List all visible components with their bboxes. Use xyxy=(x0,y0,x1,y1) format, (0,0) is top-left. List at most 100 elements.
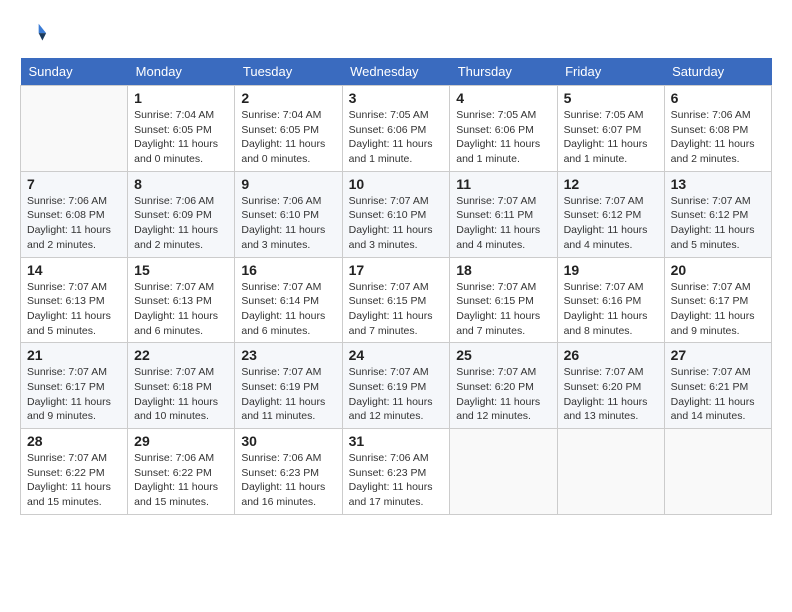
cell-info: Sunrise: 7:07 AMSunset: 6:15 PMDaylight:… xyxy=(456,280,550,339)
header-day-monday: Monday xyxy=(128,58,235,86)
calendar-cell: 9Sunrise: 7:06 AMSunset: 6:10 PMDaylight… xyxy=(235,171,342,257)
cell-info: Sunrise: 7:05 AMSunset: 6:06 PMDaylight:… xyxy=(349,108,444,167)
cell-info: Sunrise: 7:07 AMSunset: 6:12 PMDaylight:… xyxy=(671,194,765,253)
day-number: 5 xyxy=(564,90,658,106)
calendar-cell: 3 Sunrise: 7:05 AMSunset: 6:06 PMDaylight… xyxy=(342,86,450,172)
day-number: 26 xyxy=(564,347,658,363)
cell-info: Sunrise: 7:07 AMSunset: 6:19 PMDaylight:… xyxy=(241,365,335,424)
calendar-cell: 2 Sunrise: 7:04 AMSunset: 6:05 PMDaylight… xyxy=(235,86,342,172)
cell-info: Sunrise: 7:04 AMSunset: 6:05 PMDaylight:… xyxy=(241,108,335,167)
calendar-cell: 10Sunrise: 7:07 AMSunset: 6:10 PMDayligh… xyxy=(342,171,450,257)
logo xyxy=(20,20,52,48)
header-day-sunday: Sunday xyxy=(21,58,128,86)
cell-info: Sunrise: 7:07 AMSunset: 6:10 PMDaylight:… xyxy=(349,194,444,253)
week-row-2: 14 Sunrise: 7:07 AMSunset: 6:13 PMDayligh… xyxy=(21,257,772,343)
cell-info: Sunrise: 7:06 AMSunset: 6:22 PMDaylight:… xyxy=(134,451,228,510)
day-number: 23 xyxy=(241,347,335,363)
day-number: 2 xyxy=(241,90,335,106)
calendar-cell: 30 Sunrise: 7:06 AMSunset: 6:23 PMDayligh… xyxy=(235,429,342,515)
calendar-cell: 25 Sunrise: 7:07 AMSunset: 6:20 PMDayligh… xyxy=(450,343,557,429)
calendar-cell: 5Sunrise: 7:05 AMSunset: 6:07 PMDaylight… xyxy=(557,86,664,172)
day-number: 30 xyxy=(241,433,335,449)
calendar-cell: 11 Sunrise: 7:07 AMSunset: 6:11 PMDayligh… xyxy=(450,171,557,257)
day-number: 25 xyxy=(456,347,550,363)
day-number: 3 xyxy=(349,90,444,106)
calendar-cell: 21Sunrise: 7:07 AMSunset: 6:17 PMDayligh… xyxy=(21,343,128,429)
cell-info: Sunrise: 7:07 AMSunset: 6:20 PMDaylight:… xyxy=(564,365,658,424)
cell-info: Sunrise: 7:07 AMSunset: 6:18 PMDaylight:… xyxy=(134,365,228,424)
day-number: 19 xyxy=(564,262,658,278)
calendar-cell: 28 Sunrise: 7:07 AMSunset: 6:22 PMDayligh… xyxy=(21,429,128,515)
week-row-4: 28 Sunrise: 7:07 AMSunset: 6:22 PMDayligh… xyxy=(21,429,772,515)
week-row-1: 7 Sunrise: 7:06 AMSunset: 6:08 PMDaylight… xyxy=(21,171,772,257)
cell-info: Sunrise: 7:06 AMSunset: 6:23 PMDaylight:… xyxy=(241,451,335,510)
day-number: 15 xyxy=(134,262,228,278)
calendar-cell: 19 Sunrise: 7:07 AMSunset: 6:16 PMDayligh… xyxy=(557,257,664,343)
calendar-cell: 12 Sunrise: 7:07 AMSunset: 6:12 PMDayligh… xyxy=(557,171,664,257)
day-number: 4 xyxy=(456,90,550,106)
logo-icon xyxy=(20,20,48,48)
day-number: 28 xyxy=(27,433,121,449)
header-day-wednesday: Wednesday xyxy=(342,58,450,86)
day-number: 27 xyxy=(671,347,765,363)
calendar-cell: 6Sunrise: 7:06 AMSunset: 6:08 PMDaylight… xyxy=(664,86,771,172)
day-number: 7 xyxy=(27,176,121,192)
cell-info: Sunrise: 7:07 AMSunset: 6:14 PMDaylight:… xyxy=(241,280,335,339)
header-day-tuesday: Tuesday xyxy=(235,58,342,86)
calendar-cell: 8 Sunrise: 7:06 AMSunset: 6:09 PMDaylight… xyxy=(128,171,235,257)
calendar-cell: 26 Sunrise: 7:07 AMSunset: 6:20 PMDayligh… xyxy=(557,343,664,429)
day-number: 22 xyxy=(134,347,228,363)
calendar-table: SundayMondayTuesdayWednesdayThursdayFrid… xyxy=(20,58,772,515)
calendar-header: SundayMondayTuesdayWednesdayThursdayFrid… xyxy=(21,58,772,86)
header-row: SundayMondayTuesdayWednesdayThursdayFrid… xyxy=(21,58,772,86)
week-row-0: 1 Sunrise: 7:04 AMSunset: 6:05 PMDaylight… xyxy=(21,86,772,172)
header-day-friday: Friday xyxy=(557,58,664,86)
calendar-cell: 24 Sunrise: 7:07 AMSunset: 6:19 PMDayligh… xyxy=(342,343,450,429)
calendar-cell xyxy=(21,86,128,172)
cell-info: Sunrise: 7:07 AMSunset: 6:15 PMDaylight:… xyxy=(349,280,444,339)
cell-info: Sunrise: 7:07 AMSunset: 6:20 PMDaylight:… xyxy=(456,365,550,424)
header-day-thursday: Thursday xyxy=(450,58,557,86)
header-day-saturday: Saturday xyxy=(664,58,771,86)
calendar-cell: 16 Sunrise: 7:07 AMSunset: 6:14 PMDayligh… xyxy=(235,257,342,343)
cell-info: Sunrise: 7:04 AMSunset: 6:05 PMDaylight:… xyxy=(134,108,228,167)
cell-info: Sunrise: 7:06 AMSunset: 6:23 PMDaylight:… xyxy=(349,451,444,510)
cell-info: Sunrise: 7:07 AMSunset: 6:21 PMDaylight:… xyxy=(671,365,765,424)
cell-info: Sunrise: 7:07 AMSunset: 6:16 PMDaylight:… xyxy=(564,280,658,339)
calendar-cell: 20 Sunrise: 7:07 AMSunset: 6:17 PMDayligh… xyxy=(664,257,771,343)
day-number: 13 xyxy=(671,176,765,192)
calendar-cell: 29 Sunrise: 7:06 AMSunset: 6:22 PMDayligh… xyxy=(128,429,235,515)
cell-info: Sunrise: 7:07 AMSunset: 6:17 PMDaylight:… xyxy=(671,280,765,339)
calendar-cell: 15Sunrise: 7:07 AMSunset: 6:13 PMDayligh… xyxy=(128,257,235,343)
calendar-cell: 17Sunrise: 7:07 AMSunset: 6:15 PMDayligh… xyxy=(342,257,450,343)
calendar-cell: 13 Sunrise: 7:07 AMSunset: 6:12 PMDayligh… xyxy=(664,171,771,257)
day-number: 1 xyxy=(134,90,228,106)
calendar-cell xyxy=(450,429,557,515)
day-number: 24 xyxy=(349,347,444,363)
day-number: 14 xyxy=(27,262,121,278)
cell-info: Sunrise: 7:07 AMSunset: 6:11 PMDaylight:… xyxy=(456,194,550,253)
cell-info: Sunrise: 7:07 AMSunset: 6:22 PMDaylight:… xyxy=(27,451,121,510)
calendar-cell: 7 Sunrise: 7:06 AMSunset: 6:08 PMDaylight… xyxy=(21,171,128,257)
cell-info: Sunrise: 7:07 AMSunset: 6:12 PMDaylight:… xyxy=(564,194,658,253)
calendar-cell: 27 Sunrise: 7:07 AMSunset: 6:21 PMDayligh… xyxy=(664,343,771,429)
cell-info: Sunrise: 7:06 AMSunset: 6:09 PMDaylight:… xyxy=(134,194,228,253)
calendar-cell: 4Sunrise: 7:05 AMSunset: 6:06 PMDaylight… xyxy=(450,86,557,172)
page-header xyxy=(20,20,772,48)
calendar-cell xyxy=(664,429,771,515)
day-number: 21 xyxy=(27,347,121,363)
cell-info: Sunrise: 7:07 AMSunset: 6:13 PMDaylight:… xyxy=(27,280,121,339)
day-number: 11 xyxy=(456,176,550,192)
calendar-cell: 18Sunrise: 7:07 AMSunset: 6:15 PMDayligh… xyxy=(450,257,557,343)
day-number: 20 xyxy=(671,262,765,278)
day-number: 12 xyxy=(564,176,658,192)
day-number: 29 xyxy=(134,433,228,449)
cell-info: Sunrise: 7:06 AMSunset: 6:08 PMDaylight:… xyxy=(27,194,121,253)
cell-info: Sunrise: 7:06 AMSunset: 6:10 PMDaylight:… xyxy=(241,194,335,253)
week-row-3: 21Sunrise: 7:07 AMSunset: 6:17 PMDayligh… xyxy=(21,343,772,429)
cell-info: Sunrise: 7:07 AMSunset: 6:19 PMDaylight:… xyxy=(349,365,444,424)
calendar-cell: 1 Sunrise: 7:04 AMSunset: 6:05 PMDaylight… xyxy=(128,86,235,172)
day-number: 16 xyxy=(241,262,335,278)
day-number: 8 xyxy=(134,176,228,192)
day-number: 6 xyxy=(671,90,765,106)
